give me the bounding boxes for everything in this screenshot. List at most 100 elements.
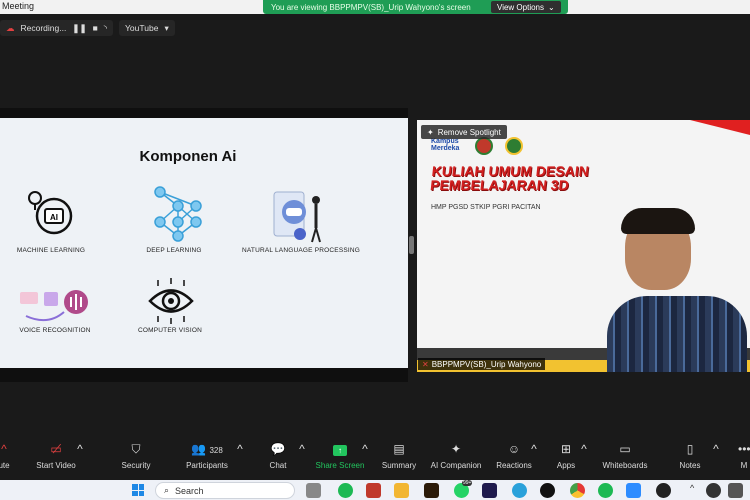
remove-spotlight-label: Remove Spotlight	[437, 127, 501, 137]
video-off-icon: ▭̸	[50, 442, 62, 456]
participants-label: Participants	[186, 461, 228, 470]
participants-button[interactable]: 👥 328 Participants	[182, 442, 232, 470]
component-label: COMPUTER VISION	[137, 327, 203, 334]
recording-bar: ☁ Recording... ❚❚ ■ ◝ YouTube ▾	[0, 20, 175, 36]
start-video-label: Start Video	[36, 461, 76, 470]
component-label: DEEP LEARNING	[146, 247, 202, 254]
youtube-stream-button[interactable]: YouTube ▾	[119, 20, 175, 36]
file-explorer-icon[interactable]	[306, 483, 321, 498]
chat-caret[interactable]: ^	[298, 442, 306, 458]
reactions-caret[interactable]: ^	[530, 442, 538, 458]
chatbot-icon	[273, 191, 321, 243]
sparkle-icon: ✦	[450, 442, 462, 456]
app-icon[interactable]	[656, 483, 671, 498]
spotify-icon[interactable]	[338, 483, 353, 498]
reactions-button[interactable]: ☺ Reactions	[494, 442, 534, 470]
seal-logo	[475, 137, 493, 155]
tray-app-icon[interactable]	[728, 483, 743, 498]
mute-button[interactable]: ^ ute	[0, 442, 12, 470]
component-label: MACHINE LEARNING	[16, 247, 86, 254]
more-label: M	[740, 461, 748, 470]
neural-network-icon	[154, 186, 202, 242]
more-button[interactable]: ••• M	[738, 442, 750, 470]
app-icon[interactable]	[366, 483, 381, 498]
chevron-up-icon: ^	[299, 442, 305, 456]
participant-name: BBPPMPV(SB)_Urip Wahyono	[431, 359, 542, 369]
event-heading: KULIAH UMUM DESAIN PEMBELAJARAN 3D	[429, 163, 589, 193]
kampus-merdeka-logo: Kampus Merdeka	[431, 138, 460, 152]
shared-slide: Komponen Ai AI MACHINE LEARNING DEEP LEA…	[0, 118, 408, 368]
youtube-label: YouTube	[125, 23, 159, 33]
shield-icon: ⛉	[131, 442, 141, 456]
screen-share-banner: You are viewing BBPPMPV(SB)_Urip Wahyono…	[263, 0, 568, 14]
chevron-up-icon: ^	[581, 442, 587, 456]
tray-app-icon[interactable]	[706, 483, 721, 498]
heading-line-2: PEMBELAJARAN 3D	[429, 177, 570, 193]
participants-count: 328	[209, 446, 223, 455]
whiteboards-button[interactable]: ▭ Whiteboards	[601, 442, 649, 470]
summary-label: Summary	[381, 461, 417, 470]
slide-title: Komponen Ai	[139, 148, 237, 165]
resize-handle[interactable]	[409, 236, 414, 254]
start-video-button[interactable]: ▭̸ Start Video	[32, 442, 80, 470]
apps-icon: ⊞	[560, 442, 572, 456]
notification-badge: 99+	[462, 480, 473, 486]
search-icon: ⌕	[164, 485, 170, 495]
chevron-up-icon: ^	[77, 442, 83, 456]
windows-start-icon[interactable]	[132, 484, 144, 496]
chrome-icon[interactable]	[570, 483, 585, 498]
chat-label: Chat	[269, 461, 287, 470]
folder-icon[interactable]	[394, 483, 409, 498]
search-placeholder: Search	[175, 485, 204, 496]
voice-wave-icon	[20, 290, 88, 322]
speaker-video: Kampus Merdeka KULIAH UMUM DESAIN PEMBEL…	[417, 120, 750, 372]
telegram-icon[interactable]	[512, 483, 527, 498]
security-button[interactable]: ⛉ Security	[118, 442, 154, 470]
participants-icon: 👥 328	[191, 442, 223, 456]
pause-icon[interactable]: ❚❚	[72, 23, 86, 34]
zoom-icon[interactable]	[626, 483, 641, 498]
spotify-icon[interactable]	[598, 483, 613, 498]
recording-indicator[interactable]: ☁ Recording... ❚❚ ■ ◝	[0, 20, 114, 36]
reactions-label: Reactions	[496, 461, 532, 470]
chat-icon: 💬	[270, 442, 286, 456]
mic-muted-icon: ✕	[422, 359, 429, 369]
share-screen-label: Share Screen	[315, 461, 365, 470]
red-stripe	[621, 120, 750, 157]
chevron-up-icon: ^	[531, 442, 537, 456]
share-screen-button[interactable]: ↑ Share Screen	[314, 442, 366, 470]
seal-logo	[505, 137, 523, 155]
participants-caret[interactable]: ^	[236, 442, 244, 458]
share-caret[interactable]: ^	[361, 442, 369, 458]
eye-scan-icon	[148, 278, 194, 324]
summary-button[interactable]: ▤ Summary	[380, 442, 418, 470]
tray-chevron-icon[interactable]: ^	[690, 483, 694, 493]
notes-button[interactable]: ▯ Notes	[676, 442, 704, 470]
ai-companion-button[interactable]: ✦ AI Companion	[428, 442, 484, 470]
notes-icon: ▯	[686, 442, 694, 456]
component-label: VOICE RECOGNITION	[19, 327, 91, 334]
pin-icon: ✦	[427, 127, 434, 137]
stop-icon[interactable]: ■	[93, 23, 98, 33]
tiktok-icon[interactable]	[540, 483, 555, 498]
more-icon: •••	[738, 442, 750, 456]
apps-label: Apps	[556, 461, 576, 470]
apps-caret[interactable]: ^	[580, 442, 588, 458]
taskbar-search[interactable]: ⌕ Search	[155, 482, 295, 499]
ai-companion-label: AI Companion	[430, 461, 482, 470]
chat-button[interactable]: 💬 Chat	[264, 442, 292, 470]
presenter-figure	[607, 208, 747, 372]
os-taskbar: ⌕ Search 99+ ^	[0, 480, 750, 500]
video-options-caret[interactable]: ^	[76, 442, 84, 458]
after-effects-icon[interactable]	[482, 483, 497, 498]
participant-name-tag: ✕ BBPPMPV(SB)_Urip Wahyono	[418, 358, 546, 370]
chevron-down-icon: ⌄	[548, 2, 555, 12]
notes-label: Notes	[679, 461, 701, 470]
cloud-record-icon: ☁	[6, 22, 15, 33]
window-title: Meeting	[2, 1, 35, 11]
view-options-button[interactable]: View Options ⌄	[491, 1, 561, 13]
illustrator-icon[interactable]	[424, 483, 439, 498]
remove-spotlight-button[interactable]: ✦ Remove Spotlight	[421, 125, 507, 139]
notes-caret[interactable]: ^	[712, 442, 720, 458]
apps-button[interactable]: ⊞ Apps	[554, 442, 578, 470]
